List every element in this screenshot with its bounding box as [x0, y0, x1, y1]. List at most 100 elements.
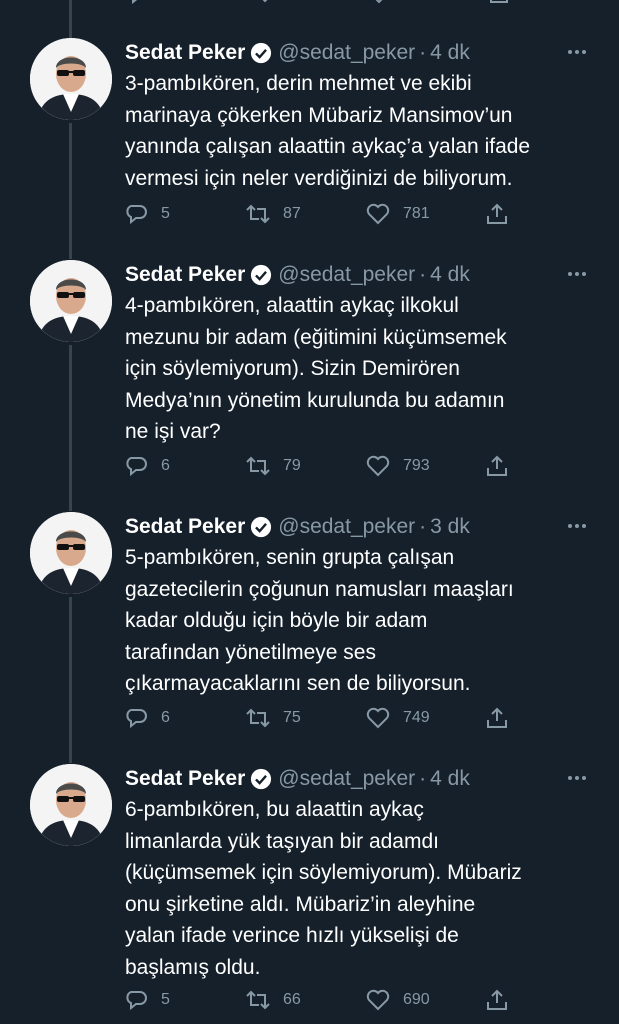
author-name[interactable]: Sedat Peker: [125, 767, 245, 791]
share-button[interactable]: [485, 986, 521, 1014]
reply-count: 5: [161, 205, 170, 222]
avatar[interactable]: [30, 260, 112, 342]
tweet-text-line: başlamış oldu.: [125, 955, 261, 979]
like-button[interactable]: 749: [365, 704, 430, 732]
reply-icon[interactable]: [128, 0, 150, 4]
retweet-arrows-icon: [246, 456, 270, 476]
tweet-text-line: 4-pambıkören, alaattin aykaç ilkokul: [125, 294, 459, 317]
tweet-text: 5-pambıkören, senin grupta çalışan gazet…: [125, 542, 595, 700]
avatar[interactable]: [30, 764, 112, 846]
tweet-header: Sedat Peker @sedat_peker · 3 dk: [125, 512, 470, 542]
reply-button[interactable]: 5: [125, 200, 170, 228]
share-upload-icon: [487, 203, 507, 224]
verified-badge-icon: [251, 768, 272, 790]
retweet-arrows-icon: [246, 708, 270, 728]
reply-bubble-icon: [126, 991, 147, 1011]
tweet-header: Sedat Peker @sedat_peker · 4 dk: [125, 260, 470, 290]
share-button[interactable]: [485, 200, 521, 228]
tweet[interactable]: Sedat Peker @sedat_peker · 4 dk 3-pambık…: [0, 38, 619, 258]
reply-button[interactable]: 6: [125, 452, 170, 480]
separator: ·: [419, 41, 427, 64]
reply-bubble-icon: [126, 709, 147, 729]
tweet-text-line: ne işi var?: [125, 420, 221, 443]
tweet-text-line: yanında çalışan alaattin aykaç’a yalan i…: [125, 135, 531, 158]
separator: ·: [419, 515, 427, 538]
like-button[interactable]: 690: [365, 986, 430, 1014]
share-upload-icon: [487, 989, 507, 1010]
author-handle[interactable]: @sedat_peker: [278, 263, 415, 287]
heart-icon: [366, 707, 390, 729]
tweet[interactable]: Sedat Peker @sedat_peker · 4 dk 4-pambık…: [0, 260, 619, 510]
heart-icon[interactable]: [368, 0, 390, 4]
more-dots-icon[interactable]: [565, 40, 589, 64]
avatar[interactable]: [30, 38, 112, 120]
author-name[interactable]: Sedat Peker: [125, 263, 245, 287]
timeline: Sedat Peker @sedat_peker · 4 dk 3-pambık…: [0, 0, 619, 1024]
heart-icon: [366, 455, 390, 477]
retweet-icon[interactable]: [248, 0, 270, 4]
tweet-text: 4-pambıkören, alaattin aykaç ilkokul mez…: [125, 290, 595, 448]
like-button[interactable]: 781: [365, 200, 430, 228]
like-button[interactable]: 793: [365, 452, 430, 480]
tweet[interactable]: Sedat Peker @sedat_peker · 4 dk 6-pambık…: [0, 764, 619, 1024]
more-dots-icon[interactable]: [565, 262, 589, 286]
verified-badge-icon: [251, 264, 272, 286]
more-dots-icon[interactable]: [565, 514, 589, 538]
share-button[interactable]: [485, 704, 521, 732]
verified-badge-icon: [251, 42, 272, 64]
retweet-button[interactable]: 75: [245, 704, 301, 732]
retweet-button[interactable]: 66: [245, 986, 301, 1014]
tweet-time[interactable]: 4 dk: [430, 767, 470, 791]
tweet-actions: 5 66 690: [125, 986, 595, 1014]
tweet-time[interactable]: 4 dk: [430, 41, 470, 65]
like-count: 690: [403, 991, 430, 1008]
tweet-time[interactable]: 3 dk: [430, 515, 470, 539]
retweet-count: 79: [283, 457, 301, 474]
author-handle[interactable]: @sedat_peker: [278, 41, 415, 65]
tweet-text-line: tarafından yönetilmeye ses: [125, 640, 376, 664]
tweet-header: Sedat Peker @sedat_peker · 4 dk: [125, 764, 470, 794]
tweet-text-line: kadar olduğu için böyle bir adam: [125, 609, 428, 632]
author-handle[interactable]: @sedat_peker: [278, 515, 415, 539]
share-upload-icon: [487, 707, 507, 728]
retweet-arrows-icon: [246, 990, 270, 1010]
author-name[interactable]: Sedat Peker: [125, 515, 245, 539]
tweet-text-line: (küçümsemek için söylemiyorum). Mübariz: [125, 861, 522, 884]
share-upload-icon: [487, 455, 507, 476]
tweet-actions: 6 75 749: [125, 704, 595, 732]
profile-photo: [30, 764, 112, 846]
tweet-text-line: 3-pambıkören, derin mehmet ve ekibi: [125, 72, 472, 95]
tweet-text-line: çıkarmayacaklarını sen de biliyorsun.: [125, 672, 471, 695]
tweet-text-line: 5-pambıkören, senin grupta çalışan: [125, 546, 455, 569]
retweet-button[interactable]: 87: [245, 200, 301, 228]
share-button[interactable]: [485, 452, 521, 480]
retweet-count: 66: [283, 991, 301, 1008]
retweet-button[interactable]: 79: [245, 452, 301, 480]
more-dots-icon[interactable]: [565, 766, 589, 790]
author-handle[interactable]: @sedat_peker: [278, 767, 415, 791]
tweet-text: 3-pambıkören, derin mehmet ve ekibi mari…: [125, 68, 595, 194]
tweet-time[interactable]: 4 dk: [430, 263, 470, 287]
profile-photo: [30, 260, 112, 342]
tweet-text-line: gazetecilerin çoğunun namusları maaşları: [125, 577, 514, 601]
author-name[interactable]: Sedat Peker: [125, 41, 245, 65]
reply-button[interactable]: 5: [125, 986, 170, 1014]
reply-button[interactable]: 6: [125, 704, 170, 732]
like-count: 793: [403, 457, 430, 474]
tweet-actions: 6 79 793: [125, 452, 595, 480]
like-count: 749: [403, 709, 430, 726]
share-icon[interactable]: [488, 0, 510, 4]
profile-photo: [30, 512, 112, 594]
heart-icon: [366, 203, 390, 225]
tweet[interactable]: Sedat Peker @sedat_peker · 3 dk 5-pambık…: [0, 512, 619, 762]
reply-bubble-icon: [126, 457, 147, 477]
avatar[interactable]: [30, 512, 112, 594]
tweet-text: 6-pambıkören, bu alaattin aykaç limanlar…: [125, 794, 595, 983]
separator: ·: [419, 767, 427, 790]
tweet-header: Sedat Peker @sedat_peker · 4 dk: [125, 38, 470, 68]
retweet-count: 87: [283, 205, 301, 222]
reply-count: 5: [161, 991, 170, 1008]
profile-photo: [30, 38, 112, 120]
reply-bubble-icon: [126, 205, 147, 225]
tweet-text-line: vermesi için neler verdiğinizi de biliyo…: [125, 166, 513, 190]
